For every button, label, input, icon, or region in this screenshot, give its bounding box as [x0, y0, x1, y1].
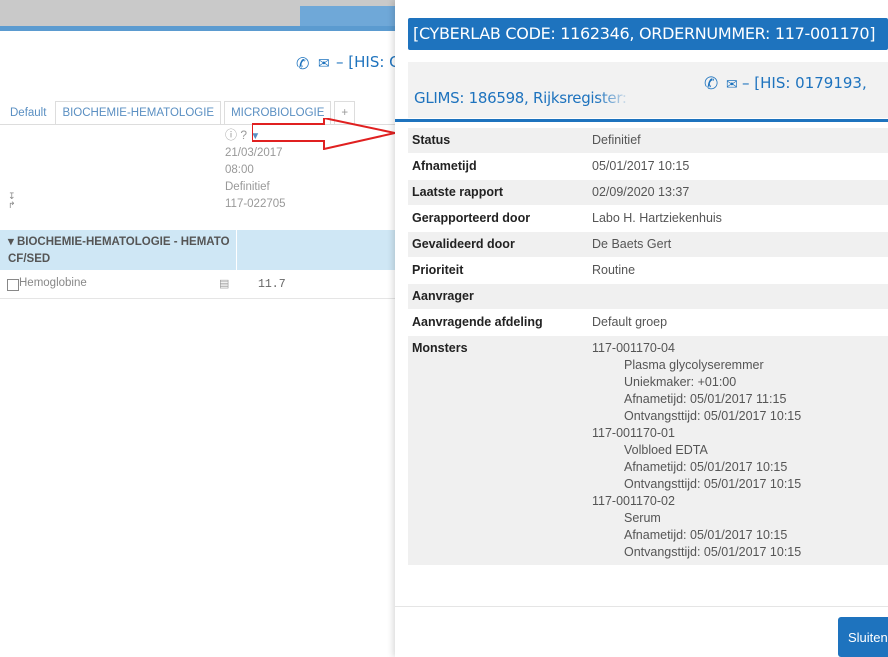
- detail-row-status: Status Definitief: [408, 128, 888, 154]
- his-text: – [HIS: C: [336, 53, 395, 71]
- row-value: 11.7: [258, 278, 286, 291]
- detail-row-gevalideerd-door: Gevalideerd door De Baets Gert: [408, 232, 888, 258]
- detail-key: Gevalideerd door: [412, 237, 515, 251]
- sample-line: Afnametijd: 05/01/2017 10:15: [624, 528, 788, 542]
- detail-value: 02/09/2020 13:37: [592, 185, 690, 199]
- red-arrow-annotation: [252, 118, 395, 150]
- sample-line: Afnametijd: 05/01/2017 10:15: [624, 460, 788, 474]
- background-app: ✆ ✉ – [HIS: C Default BIOCHEMIE-HEMATOLO…: [0, 0, 395, 657]
- detail-row-aanvragende-afdeling: Aanvragende afdeling Default groep: [408, 310, 888, 336]
- phone-icon[interactable]: ✆: [296, 54, 309, 74]
- detail-value: 05/01/2017 10:15: [592, 159, 690, 173]
- envelope-icon[interactable]: ✉: [318, 55, 330, 72]
- text-fade: [596, 84, 656, 114]
- sample-id: 117-001170-02: [592, 494, 675, 508]
- detail-row-aanvrager: Aanvrager: [408, 284, 888, 310]
- chart-icon[interactable]: ▤: [219, 277, 229, 290]
- patient-header: ✆ ✉ – [HIS: C: [0, 40, 395, 90]
- monsters-list: 117-001170-04 Plasma glycolyseremmer Uni…: [592, 336, 888, 565]
- row-label: Hemoglobine: [19, 277, 87, 289]
- question-icon[interactable]: ?: [240, 128, 247, 142]
- collapse-triangle-icon: ▾: [8, 236, 14, 248]
- envelope-icon[interactable]: ✉: [726, 76, 738, 93]
- sample-line: Ontvangsttijd: 05/01/2017 10:15: [624, 545, 802, 559]
- detail-key: Aanvrager: [412, 289, 474, 303]
- detail-value: De Baets Gert: [592, 237, 672, 251]
- detail-row-afnametijd: Afnametijd 05/01/2017 10:15: [408, 154, 888, 180]
- group-separator: [236, 230, 237, 270]
- detail-row-prioriteit: Prioriteit Routine: [408, 258, 888, 284]
- detail-key: Prioriteit: [412, 263, 464, 277]
- table-row[interactable]: Hemoglobine ▤ 11.7: [0, 272, 395, 299]
- modal-title: [CYBERLAB CODE: 1162346, ORDERNUMMER: 11…: [408, 18, 888, 50]
- detail-row-gerapporteerd-door: Gerapporteerd door Labo H. Hartziekenhui…: [408, 206, 888, 232]
- detail-key: Afnametijd: [412, 159, 477, 173]
- close-button[interactable]: Sluiten: [838, 617, 888, 657]
- detail-row-monsters: Monsters 117-001170-04 Plasma glycolyser…: [408, 336, 888, 566]
- details-table: Status Definitief Afnametijd 05/01/2017 …: [408, 128, 888, 566]
- sample-id: 117-001170-01: [592, 426, 675, 440]
- sample-line: Serum: [624, 511, 661, 525]
- info-icon[interactable]: ⓘ: [225, 128, 237, 142]
- tab-biochemie-hematologie[interactable]: BIOCHEMIE-HEMATOLOGIE: [55, 101, 222, 124]
- modal-divider: [395, 119, 888, 122]
- detail-key: Monsters: [412, 341, 468, 355]
- sample-line: Ontvangsttijd: 05/01/2017 10:15: [624, 477, 802, 491]
- expand-collapse-icons[interactable]: ↧ ↱: [8, 192, 16, 210]
- detail-key: Gerapporteerd door: [412, 211, 531, 225]
- detail-key: Aanvragende afdeling: [412, 315, 543, 329]
- glims-text: GLIMS: 186598, Rijksregister:: [414, 89, 627, 107]
- phone-icon[interactable]: ✆: [704, 74, 718, 94]
- sample-line: Volbloed EDTA: [624, 443, 708, 457]
- group-label[interactable]: ▾ BIOCHEMIE-HEMATOLOGIE - HEMATO CF/SED: [8, 234, 236, 268]
- sample-line: Afnametijd: 05/01/2017 11:15: [624, 392, 787, 406]
- column-order: 117-022705: [225, 198, 286, 210]
- detail-value: [592, 284, 888, 309]
- footer-divider: [395, 606, 888, 607]
- detail-key: Status: [412, 133, 451, 147]
- detail-value: Definitief: [592, 133, 641, 147]
- row-checkbox[interactable]: [7, 279, 19, 291]
- tab-default[interactable]: Default: [0, 102, 53, 124]
- top-bar-accent: [0, 26, 395, 31]
- detail-value: Labo H. Hartziekenhuis: [592, 211, 722, 225]
- column-time: 08:00: [225, 164, 254, 176]
- detail-value: Default groep: [592, 315, 668, 329]
- sample-line: Uniekmaker: +01:00: [624, 375, 737, 389]
- detail-row-laatste-rapport: Laatste rapport 02/09/2020 13:37: [408, 180, 888, 206]
- detail-value: Routine: [592, 263, 636, 277]
- sample-line: Plasma glycolyseremmer: [624, 358, 764, 372]
- sample-line: Ontvangsttijd: 05/01/2017 10:15: [624, 409, 802, 423]
- his-text: – [HIS: 0179193,: [742, 74, 867, 92]
- sample-id: 117-001170-04: [592, 341, 675, 355]
- detail-key: Laatste rapport: [412, 185, 503, 199]
- column-status: Definitief: [225, 181, 270, 193]
- modal-patient-header: ✆ ✉ – [HIS: 0179193, GLIMS: 186598, Rijk…: [408, 62, 888, 118]
